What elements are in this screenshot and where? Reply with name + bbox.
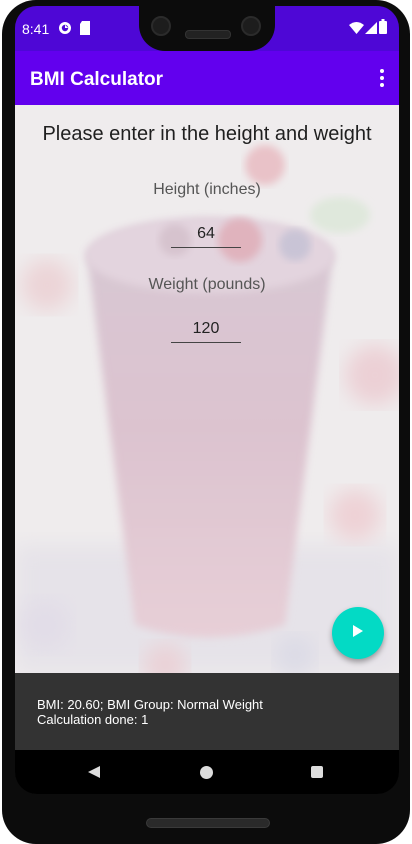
navigation-bar: [15, 750, 399, 794]
earpiece-speaker: [185, 30, 231, 39]
weight-input[interactable]: 120: [171, 316, 241, 343]
recents-icon[interactable]: [311, 766, 323, 778]
device-screen: 8:41 BMI Calculator Please enter in the …: [15, 6, 399, 794]
app-title: BMI Calculator: [30, 69, 164, 90]
wifi-icon: [349, 21, 364, 39]
calculate-button[interactable]: [332, 607, 384, 659]
bmi-result-text: BMI: 20.60; BMI Group: Normal Weight: [37, 697, 263, 712]
bottom-speaker-grille: [146, 818, 270, 828]
result-panel: BMI: 20.60; BMI Group: Normal Weight Cal…: [15, 673, 399, 750]
height-label: Height (inches): [153, 181, 261, 198]
instruction-text: Please enter in the height and weight: [42, 123, 372, 145]
app-bar: BMI Calculator: [15, 51, 399, 105]
back-icon[interactable]: [87, 765, 101, 784]
signal-icon: [365, 21, 377, 39]
front-camera-left: [151, 16, 171, 36]
status-bar: 8:41: [15, 6, 399, 51]
front-camera-right: [241, 16, 261, 36]
weight-label: Weight (pounds): [148, 276, 266, 293]
home-icon[interactable]: [200, 766, 213, 779]
play-icon: [352, 624, 364, 643]
battery-icon: [379, 19, 387, 39]
sync-icon: [58, 21, 72, 40]
main-content: Please enter in the height and weight He…: [15, 105, 399, 673]
height-input[interactable]: 64: [171, 221, 241, 248]
sd-card-icon: [79, 21, 91, 40]
more-vert-icon[interactable]: [377, 69, 387, 89]
status-time: 8:41: [22, 21, 50, 37]
camera-notch: [139, 6, 275, 51]
calculation-count-text: Calculation done: 1: [37, 712, 149, 727]
